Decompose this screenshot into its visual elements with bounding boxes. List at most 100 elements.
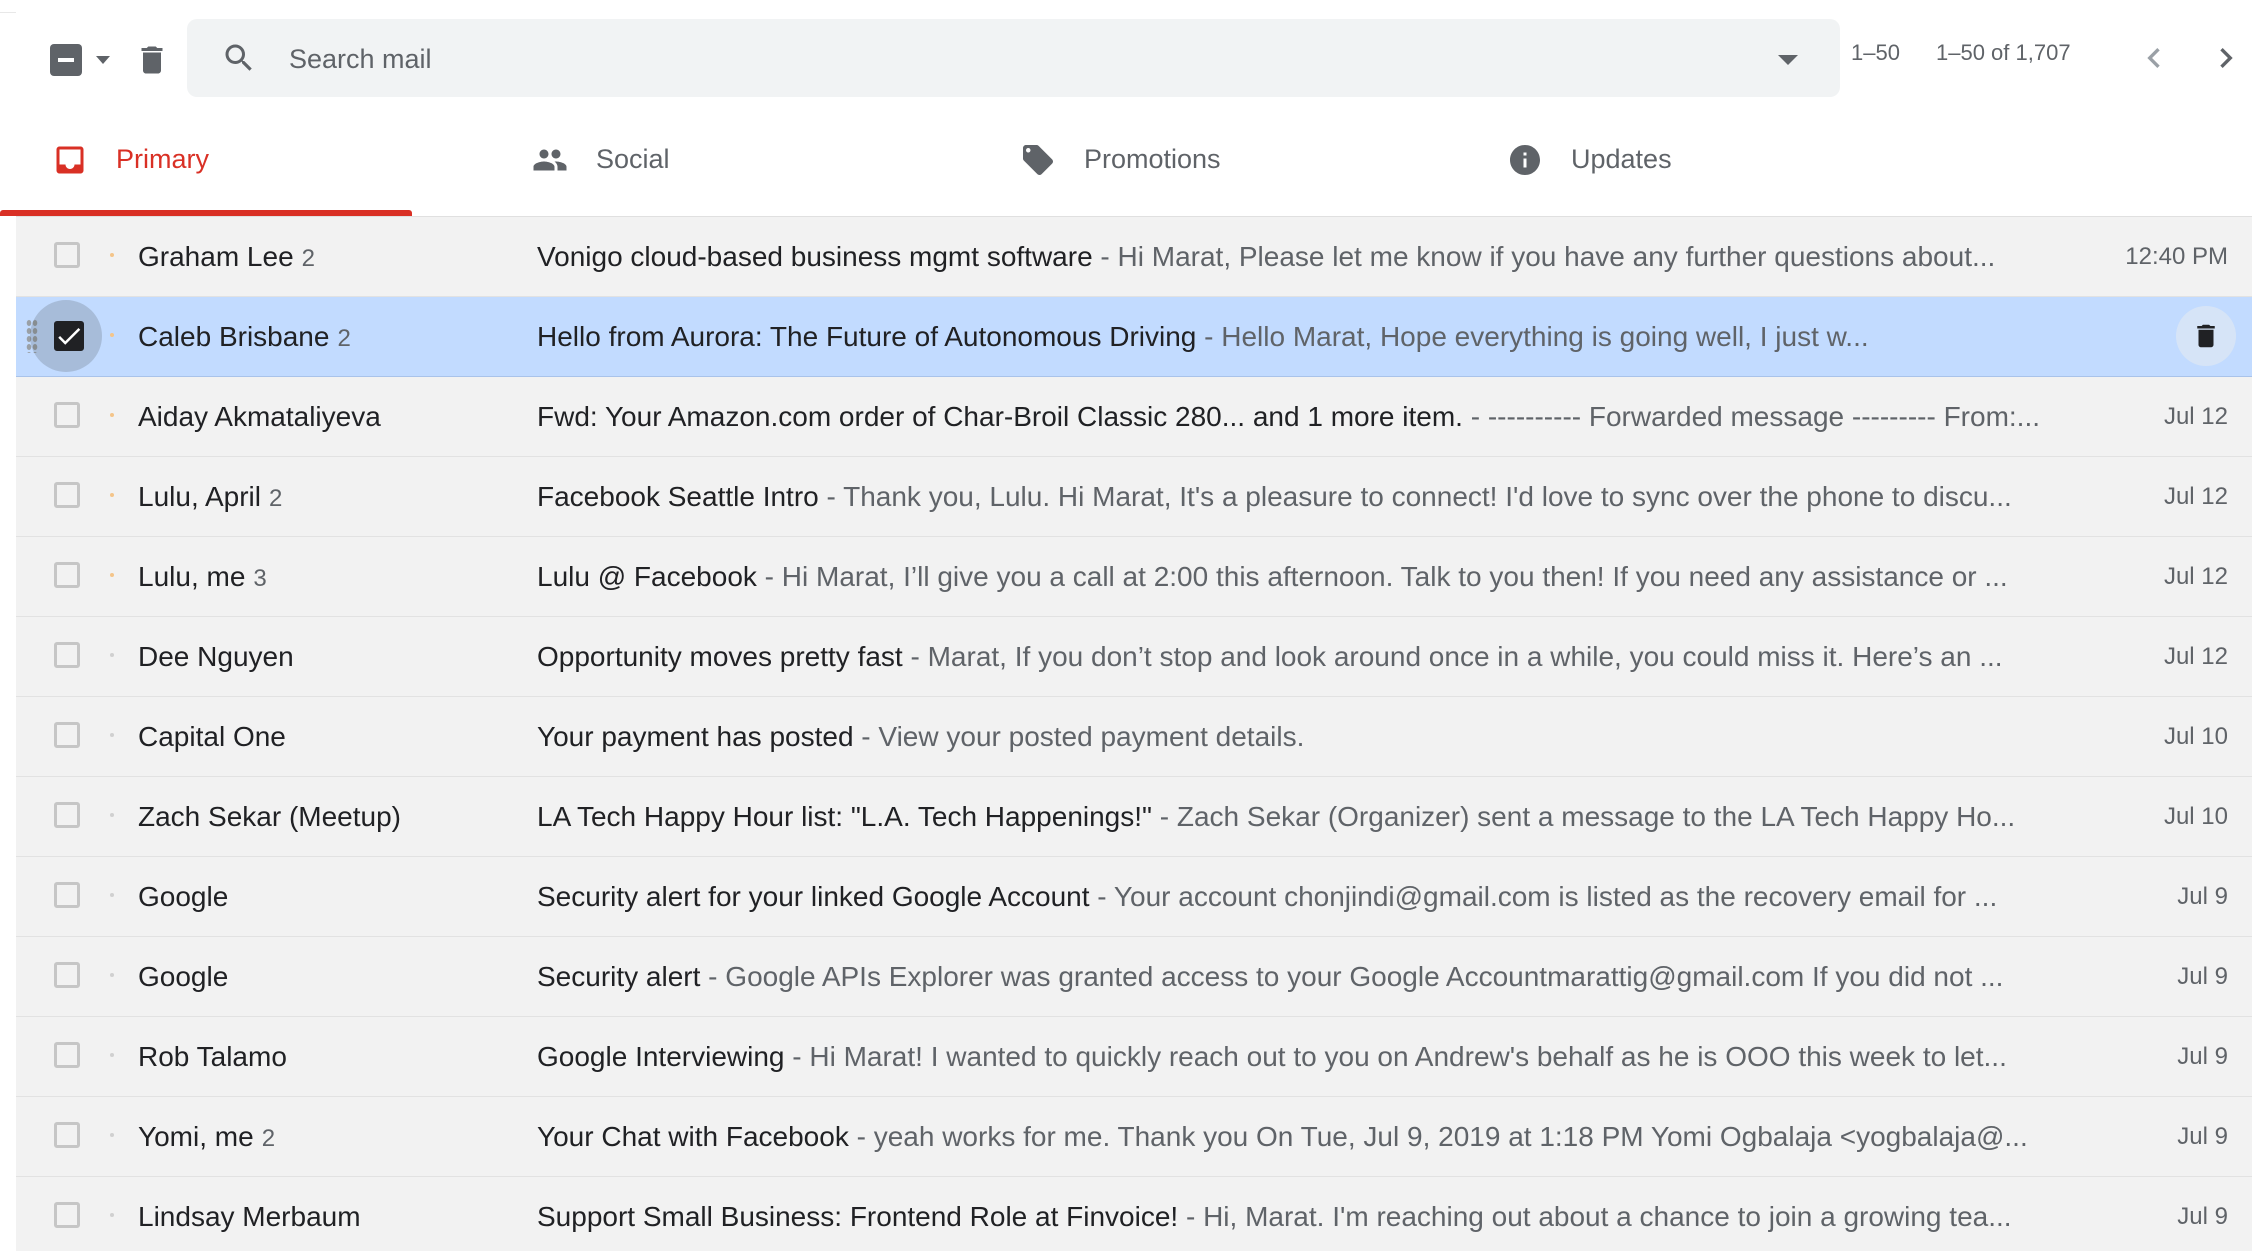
tab-updates[interactable]: Updates (1455, 106, 1935, 216)
tab-promotions[interactable]: Promotions (968, 106, 1448, 216)
search-options-dropdown-icon[interactable] (1767, 41, 1807, 77)
importance-marker-icon[interactable] (110, 813, 114, 817)
mail-subject: LA Tech Happy Hour list: "L.A. Tech Happ… (537, 801, 1152, 832)
sender-name: Zach Sekar (Meetup) (138, 801, 409, 833)
mail-list: Graham Lee 2 Vonigo cloud-based business m… (16, 216, 2252, 1251)
tab-social[interactable]: Social (480, 106, 960, 216)
search-icon[interactable] (221, 40, 257, 76)
row-checkbox[interactable] (54, 802, 80, 828)
mail-row[interactable]: Google Security alert - Google APIs Explo… (16, 937, 2252, 1017)
mail-row[interactable]: Google Security alert for your linked Goo… (16, 857, 2252, 937)
sender-label: Lulu, me (138, 561, 246, 592)
row-checkbox[interactable] (54, 882, 80, 908)
row-checkbox[interactable] (54, 402, 80, 428)
newer-page-chevron-right-icon[interactable] (2206, 38, 2246, 78)
importance-marker-icon[interactable] (110, 253, 114, 257)
mail-preview: Support Small Business: Frontend Role at… (537, 1201, 2057, 1233)
older-page-chevron-left-icon[interactable] (2134, 38, 2174, 78)
mail-snippet: - Google APIs Explorer was granted acces… (700, 961, 2004, 992)
row-checkbox[interactable] (54, 1042, 80, 1068)
mail-row[interactable]: Lulu, April 2 Facebook Seattle Intro - Tha… (16, 457, 2252, 537)
mail-subject: Fwd: Your Amazon.com order of Char-Broil… (537, 401, 1463, 432)
importance-marker-icon[interactable] (110, 1133, 114, 1137)
mail-row[interactable]: Zach Sekar (Meetup) LA Tech Happy Hour li… (16, 777, 2252, 857)
tab-label: Promotions (1084, 144, 1221, 174)
mail-preview: Google Interviewing - Hi Marat! I wanted… (537, 1041, 2057, 1073)
mail-date: Jul 9 (2177, 963, 2228, 990)
mail-date: Jul 9 (2177, 1123, 2228, 1150)
tab-primary[interactable]: Primary (0, 106, 480, 216)
row-checkbox[interactable] (54, 1202, 80, 1228)
tag-icon (1023, 145, 1053, 175)
mail-row[interactable]: Dee Nguyen Opportunity moves pretty fast … (16, 617, 2252, 697)
select-all-checkbox[interactable] (50, 44, 82, 76)
trash-icon (2197, 324, 2215, 348)
mail-row[interactable]: Rob Talamo Google Interviewing - Hi Marat… (16, 1017, 2252, 1097)
sender-name: Lulu, April 2 (138, 481, 282, 513)
row-checkbox[interactable] (54, 962, 80, 988)
mail-date: Jul 9 (2177, 883, 2228, 910)
mail-row[interactable]: Yomi, me 2 Your Chat with Facebook - yeah … (16, 1097, 2252, 1177)
mail-preview: Fwd: Your Amazon.com order of Char-Broil… (537, 401, 2057, 433)
sender-name: Aiday Akmataliyeva (138, 401, 389, 433)
mail-snippet: - yeah works for me. Thank you On Tue, J… (848, 1121, 2028, 1152)
row-checkbox[interactable] (54, 482, 80, 508)
importance-marker-icon[interactable] (110, 733, 114, 737)
mail-preview: Security alert for your linked Google Ac… (537, 881, 2057, 913)
row-checkbox[interactable] (54, 642, 80, 668)
select-menu-chevron-down-icon[interactable] (96, 56, 110, 64)
row-checkbox[interactable] (54, 1122, 80, 1148)
importance-marker-icon[interactable] (110, 1053, 114, 1057)
thread-count: 3 (253, 565, 267, 592)
mail-row[interactable]: Lulu, me 3 Lulu @ Facebook - Hi Marat, I’l… (16, 537, 2252, 617)
row-checkbox[interactable] (54, 722, 80, 748)
mail-subject: Security alert (537, 961, 701, 992)
info-icon (1510, 145, 1540, 175)
mail-preview: Facebook Seattle Intro - Thank you, Lulu… (537, 481, 2057, 513)
pager-range-total[interactable]: 1–50 of 1,707 (1936, 40, 2071, 66)
mail-subject: Lulu @ Facebook (537, 561, 757, 592)
sender-label: Graham Lee (138, 241, 294, 272)
mail-snippet: - View your posted payment details. (853, 721, 1305, 752)
mail-row[interactable]: Aiday Akmataliyeva Fwd: Your Amazon.com o… (16, 377, 2252, 457)
importance-marker-icon[interactable] (110, 333, 114, 337)
pager-range-short: 1–50 (1851, 40, 1900, 65)
inbox-icon (56, 146, 84, 174)
mail-preview: Opportunity moves pretty fast - Marat, I… (537, 641, 2057, 673)
mail-date: Jul 9 (2177, 1043, 2228, 1070)
mail-subject: Your payment has posted (537, 721, 854, 752)
search-input[interactable] (287, 33, 1691, 85)
mail-snippet: - Zach Sekar (Organizer) sent a message … (1151, 801, 2016, 832)
importance-marker-icon[interactable] (110, 973, 114, 977)
sender-label: Google (138, 881, 229, 912)
row-checkbox[interactable] (54, 242, 80, 268)
mail-snippet: - Hi Marat, I’ll give you a call at 2:00… (756, 561, 2008, 592)
mail-subject: Google Interviewing (537, 1041, 785, 1072)
row-delete-button[interactable] (2176, 306, 2236, 366)
mail-snippet: - Hi Marat! I wanted to quickly reach ou… (784, 1041, 2007, 1072)
row-checkbox[interactable] (54, 562, 80, 588)
search-bar (187, 19, 1840, 97)
importance-marker-icon[interactable] (110, 413, 114, 417)
tab-label: Updates (1571, 144, 1672, 174)
importance-marker-icon[interactable] (110, 493, 114, 497)
mail-row[interactable]: Caleb Brisbane 2 Hello from Aurora: The Fu… (16, 297, 2252, 377)
sender-label: Google (138, 961, 229, 992)
mail-row[interactable]: Capital One Your payment has posted - Vie… (16, 697, 2252, 777)
mail-row[interactable]: Graham Lee 2 Vonigo cloud-based business m… (16, 217, 2252, 297)
sender-label: Lindsay Merbaum (138, 1201, 361, 1232)
sender-name: Dee Nguyen (138, 641, 302, 673)
mail-subject: Facebook Seattle Intro (537, 481, 819, 512)
mail-date: Jul 10 (2163, 723, 2228, 750)
delete-trash-icon[interactable] (134, 40, 170, 80)
importance-marker-icon[interactable] (110, 653, 114, 657)
importance-marker-icon[interactable] (110, 573, 114, 577)
mail-row[interactable]: Lindsay Merbaum Support Small Business: F… (16, 1177, 2252, 1251)
sender-name: Capital One (138, 721, 294, 753)
importance-marker-icon[interactable] (110, 893, 114, 897)
mail-toolbar: 1–50 1–50 of 1,707 (16, 12, 2252, 107)
sender-label: Dee Nguyen (138, 641, 294, 672)
row-checkbox[interactable] (54, 321, 84, 351)
mail-date: 12:40 PM (2125, 243, 2228, 270)
importance-marker-icon[interactable] (110, 1213, 114, 1217)
